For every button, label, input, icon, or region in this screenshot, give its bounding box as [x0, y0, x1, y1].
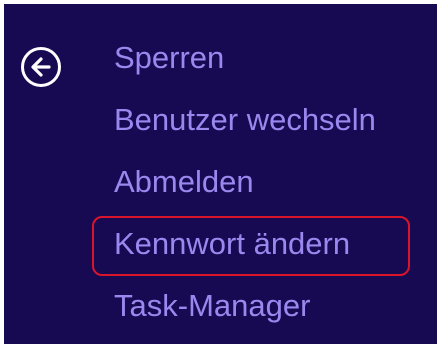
menu-item-label: Abmelden: [114, 164, 254, 199]
menu-item-label: Kennwort ändern: [114, 226, 351, 261]
back-button[interactable]: [21, 47, 61, 87]
menu-item-lock[interactable]: Sperren: [114, 37, 376, 99]
menu-item-sign-out[interactable]: Abmelden: [114, 161, 376, 223]
menu-item-task-manager[interactable]: Task-Manager: [114, 285, 376, 347]
security-options-menu: Sperren Benutzer wechseln Abmelden Kennw…: [92, 37, 410, 347]
menu-item-label: Sperren: [114, 40, 225, 75]
security-options-screen: Sperren Benutzer wechseln Abmelden Kennw…: [4, 4, 437, 344]
menu-item-switch-user[interactable]: Benutzer wechseln: [114, 99, 376, 161]
menu-item-label: Benutzer wechseln: [114, 102, 376, 137]
menu-item-label: Task-Manager: [114, 288, 311, 323]
menu-item-change-password[interactable]: Kennwort ändern: [92, 216, 410, 285]
arrow-left-icon: [31, 57, 51, 77]
